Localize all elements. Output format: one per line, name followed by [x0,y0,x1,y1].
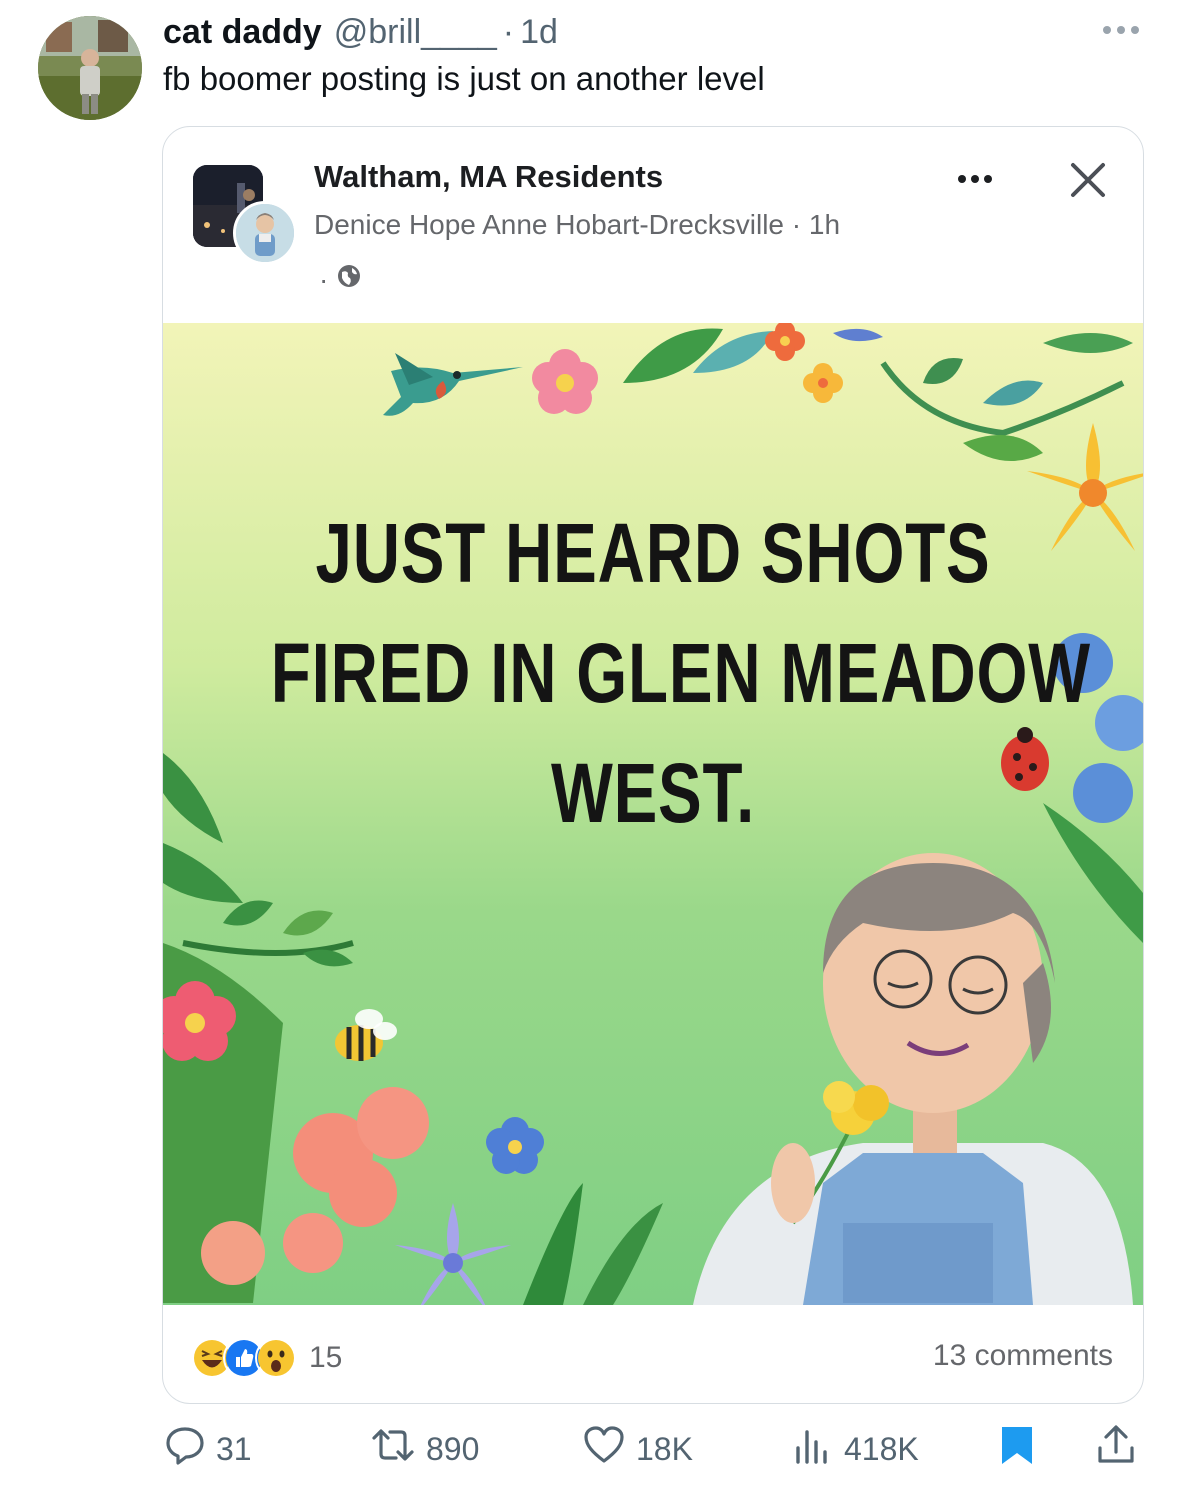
retweet-icon [370,1424,416,1474]
embedded-image-card[interactable]: Waltham, MA Residents Denice Hope Anne H… [162,126,1144,1404]
headline-line-2: FIRED IN GLEN MEADOW [270,626,1091,720]
comments-count-link[interactable]: 13 comments [933,1339,1113,1373]
reactions-summary[interactable]: 15 [191,1337,342,1379]
bookmark-icon [998,1424,1036,1474]
heart-icon [582,1424,626,1474]
tweet-action-bar: 31 890 18K 418K [0,1424,1179,1472]
author-name[interactable]: cat daddy [163,13,322,52]
fb-poster-line[interactable]: Denice Hope Anne Hobart-Drecksville · 1h [314,209,840,241]
author-handle[interactable]: @brill____ [334,13,497,52]
tweet-timestamp[interactable]: 1d [520,13,558,52]
bookmark-button[interactable] [998,1424,1036,1474]
view-count: 418K [844,1430,919,1467]
reaction-count: 15 [309,1341,343,1374]
tweet-text: fb boomer posting is just on another lev… [163,60,765,97]
views-button[interactable]: 418K [790,1424,919,1474]
share-button[interactable] [1096,1424,1136,1474]
headline-line-3: WEST. [550,746,756,840]
wow-emoji-icon [255,1337,297,1379]
image-headline: JUST HEARD SHOTS FIRED IN GLEN MEADOW WE… [270,493,1091,853]
like-button[interactable]: 18K [582,1424,693,1474]
avatar[interactable] [38,16,142,120]
fb-privacy: · [319,263,362,296]
retweet-button[interactable]: 890 [370,1424,479,1474]
like-count: 18K [636,1430,693,1467]
retweet-count: 890 [426,1430,480,1467]
more-options-icon[interactable] [1103,26,1139,34]
globe-icon [336,263,362,296]
reply-icon [164,1424,206,1474]
tweet-author: cat daddy @brill____ · 1d [163,12,558,52]
share-icon [1096,1424,1136,1474]
analytics-icon [790,1424,834,1474]
headline-line-1: JUST HEARD SHOTS [315,506,991,600]
separator-dot: · [502,12,515,51]
privacy-dot: · [319,263,329,295]
reply-count: 31 [216,1430,252,1467]
reply-button[interactable]: 31 [164,1424,252,1474]
poster-avatar [233,201,297,265]
post-image: JUST HEARD SHOTS FIRED IN GLEN MEADOW WE… [163,323,1143,1305]
close-icon[interactable] [1065,157,1111,208]
fb-group-name[interactable]: Waltham, MA Residents [314,159,663,195]
fb-more-options-icon[interactable] [958,175,992,183]
